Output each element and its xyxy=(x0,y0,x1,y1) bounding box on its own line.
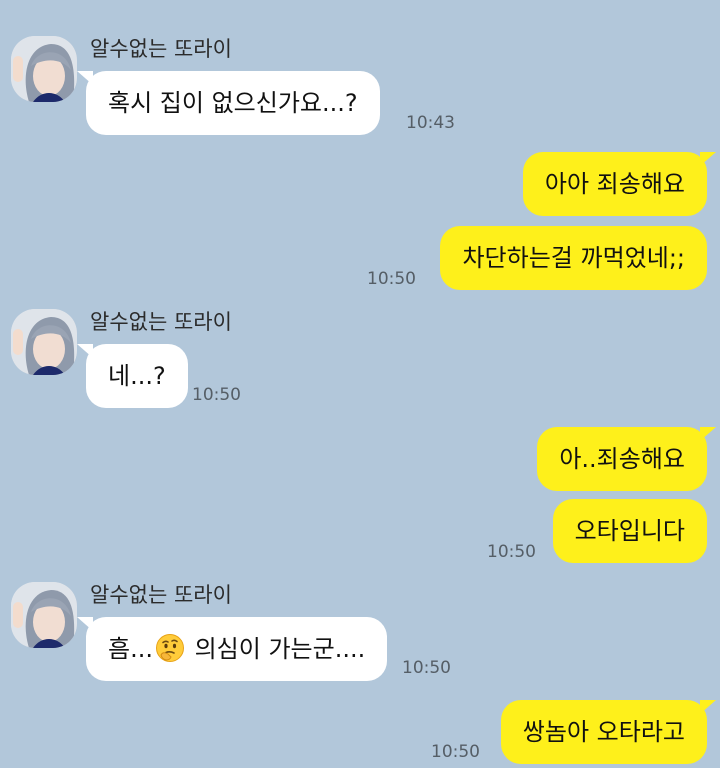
message-bubble-incoming[interactable]: 네...? xyxy=(77,344,188,408)
chat-room: 알수없는 또라이 혹시 집이 없으신가요...? 10:43 아아 죄송해요 차… xyxy=(0,0,720,768)
message-bubble-incoming[interactable]: 혹시 집이 없으신가요...? xyxy=(77,71,380,135)
sender-name: 알수없는 또라이 xyxy=(90,583,232,607)
thinking-face-icon xyxy=(155,633,185,663)
message-time: 10:43 xyxy=(406,113,455,133)
sender-avatar[interactable] xyxy=(11,582,77,648)
message-bubble-outgoing[interactable]: 쌍놈아 오타라고 xyxy=(500,700,717,764)
sender-avatar[interactable] xyxy=(11,309,77,375)
message-bubble-incoming[interactable]: 흠... 의심이 가는군.... xyxy=(76,617,388,681)
message-text: 아아 죄송해요 xyxy=(544,170,685,198)
sender-name: 알수없는 또라이 xyxy=(90,310,232,334)
message-bubble-outgoing[interactable]: 오타입니다 xyxy=(552,499,707,563)
sender-name: 알수없는 또라이 xyxy=(90,37,232,61)
message-text: 아..죄송해요 xyxy=(559,445,685,473)
message-text: 쌍놈아 오타라고 xyxy=(522,718,685,746)
message-time: 10:50 xyxy=(402,658,451,678)
message-text: 의심이 가는군.... xyxy=(186,635,366,663)
message-text: 혹시 집이 없으신가요...? xyxy=(108,89,358,117)
message-time: 10:50 xyxy=(431,742,480,762)
message-text: 차단하는걸 까먹었네;; xyxy=(462,244,685,272)
message-bubble-outgoing[interactable]: 차단하는걸 까먹었네;; xyxy=(440,226,707,290)
message-text: 흠... xyxy=(108,635,153,663)
message-text: 오타입니다 xyxy=(574,517,685,545)
message-bubble-outgoing[interactable]: 아..죄송해요 xyxy=(537,427,716,491)
message-time: 10:50 xyxy=(192,385,241,405)
message-time: 10:50 xyxy=(367,269,416,289)
message-text: 네...? xyxy=(108,362,166,390)
message-bubble-outgoing[interactable]: 아아 죄송해요 xyxy=(522,152,717,216)
sender-avatar[interactable] xyxy=(11,36,77,102)
message-time: 10:50 xyxy=(487,542,536,562)
